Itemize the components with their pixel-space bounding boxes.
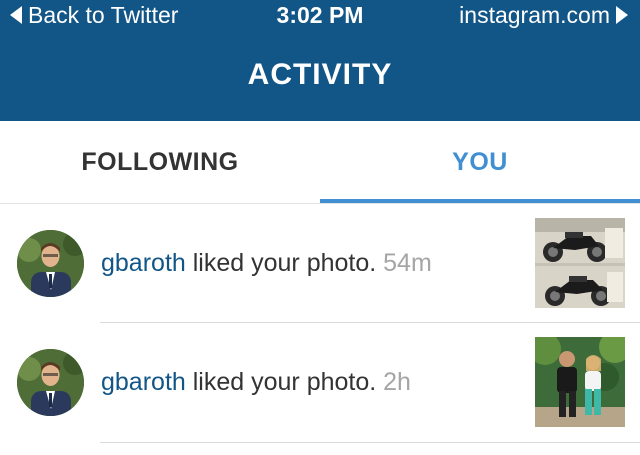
tab-following[interactable]: FOLLOWING [0, 121, 320, 203]
activity-action: liked your photo. [192, 368, 377, 396]
activity-time: 2h [383, 368, 411, 396]
back-arrow-icon [10, 6, 22, 24]
status-bar: Back to Twitter 3:02 PM instagram.com [0, 0, 640, 30]
activity-tabs: FOLLOWING YOU [0, 121, 640, 204]
back-to-twitter-button[interactable]: Back to Twitter [10, 0, 178, 30]
username-link[interactable]: gbaroth [101, 249, 186, 277]
site-link[interactable]: instagram.com [459, 0, 628, 30]
photo-thumbnail[interactable] [535, 337, 625, 427]
row-divider [100, 442, 640, 443]
activity-text: gbaroth liked your photo. 54m [101, 249, 432, 278]
activity-text: gbaroth liked your photo. 2h [101, 368, 411, 397]
top-bar: Back to Twitter 3:02 PM instagram.com AC… [0, 0, 640, 121]
page-title: ACTIVITY [247, 58, 393, 91]
forward-arrow-icon [616, 6, 628, 24]
avatar[interactable] [17, 349, 84, 416]
activity-row[interactable]: gbaroth liked your photo. 54m [0, 203, 640, 323]
avatar[interactable] [17, 230, 84, 297]
username-link[interactable]: gbaroth [101, 368, 186, 396]
tab-you[interactable]: YOU [320, 121, 640, 203]
back-label: Back to Twitter [28, 1, 179, 28]
activity-action: liked your photo. [192, 249, 377, 277]
site-label: instagram.com [459, 1, 610, 28]
activity-time: 54m [383, 249, 432, 277]
activity-row[interactable]: gbaroth liked your photo. 2h [0, 323, 640, 443]
photo-thumbnail[interactable] [535, 218, 625, 308]
